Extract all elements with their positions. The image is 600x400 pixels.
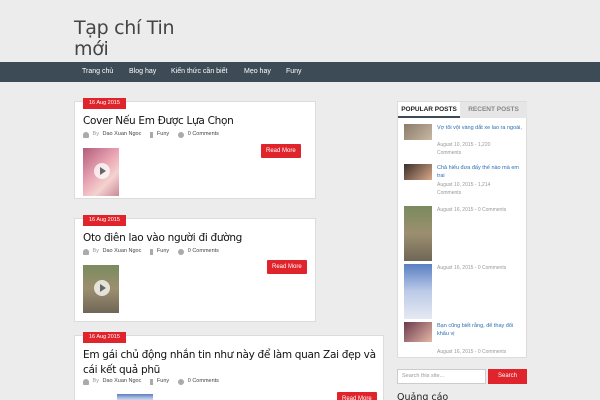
date-badge: 16 Aug 2015 [83,215,126,226]
nav-item-funy[interactable]: Funy [286,62,302,82]
popular-post-thumbnail[interactable] [404,124,432,140]
post-title[interactable]: Cover Nếu Em Được Lựa Chọn [83,114,309,129]
popular-post-item[interactable]: Chả hiểu đưa đấy thế nào mà em trai Augu… [404,164,526,204]
author-icon [83,131,89,138]
nav-item-blog-hay[interactable]: Blog hay [129,62,156,82]
post-meta: By Dao Xuan Ngoc Funy 0 Comments [83,130,219,139]
post-thumbnail[interactable] [117,394,153,400]
tab-popular-posts[interactable]: POPULAR POSTS [398,102,460,118]
popular-post-meta: August 10, 2015 - 1,214 [437,182,491,188]
author-link[interactable]: Dao Xuan Ngoc [102,377,141,386]
search-input[interactable]: Search this site... [397,369,486,384]
nav-item-meo-hay[interactable]: Mẹo hay [244,62,271,82]
search-button[interactable]: Search [488,369,527,384]
popular-post-thumbnail[interactable] [404,164,432,180]
folder-icon [150,131,154,138]
date-badge: 16 Aug 2015 [83,98,126,109]
popular-post-title[interactable]: Bạn cũng biết rằng, để thay đổi khẩu vị [437,322,523,338]
read-more-button[interactable]: Read More [267,260,307,274]
popular-post-thumbnail[interactable] [404,206,432,261]
category-link[interactable]: Funy [157,377,169,386]
main-navigation: Trang chủ Blog hay Kiến thức cần biết Mẹ… [0,62,600,82]
sidebar-tabs-widget: POPULAR POSTS RECENT POSTS Vợ tôi vội và… [397,101,527,358]
site-title[interactable]: Tạp chí Tin mới [74,18,204,60]
popular-post-item[interactable]: August 16, 2015 - 0 Comments [404,206,526,261]
nav-item-trang-chu[interactable]: Trang chủ [82,62,113,82]
popular-post-item[interactable]: Vợ tôi vội vàng dắt xe lao ra ngoài, Aug… [404,124,526,164]
popular-post-meta: August 16, 2015 - 0 Comments [437,265,507,271]
post-title[interactable]: Em gái chủ động nhắn tin như này để làm … [83,348,377,378]
comment-icon [178,378,185,385]
author-icon [83,248,89,255]
category-link[interactable]: Funy [157,247,169,256]
post-thumbnail[interactable] [83,148,119,196]
popular-post-thumbnail[interactable] [404,264,432,319]
popular-post-title[interactable]: Chả hiểu đưa đấy thế nào mà em trai [437,164,523,180]
post-title[interactable]: Oto điên lao vào người đi đường [83,231,309,246]
by-label: By [92,248,99,254]
popular-post-item[interactable]: August 16, 2015 - 0 Comments [404,264,526,319]
author-icon [83,378,89,385]
post-card: 16 Aug 2015 Cover Nếu Em Được Lựa Chọn B… [74,98,316,199]
comment-icon [178,131,185,138]
widget-title: Quảng cáo [397,392,449,400]
comments-link[interactable]: 0 Comments [188,130,219,139]
author-link[interactable]: Dao Xuan Ngoc [102,130,141,139]
category-link[interactable]: Funy [157,130,169,139]
folder-icon [150,378,154,385]
play-icon[interactable] [94,280,110,296]
comments-link[interactable]: 0 Comments [188,377,219,386]
by-label: By [92,378,99,384]
popular-post-meta: August 10, 2015 - 1,220 [437,142,491,148]
popular-post-title[interactable]: Vợ tôi vội vàng dắt xe lao ra ngoài, [437,124,523,132]
popular-post-meta: August 16, 2015 - 0 Comments [437,207,507,213]
popular-post-meta: Comments [437,190,462,196]
popular-post-item[interactable]: Bạn cũng biết rằng, để thay đổi khẩu vị … [404,322,526,356]
popular-post-meta: Comments [437,150,462,156]
tab-recent-posts[interactable]: RECENT POSTS [460,102,527,118]
by-label: By [92,131,99,137]
comments-link[interactable]: 0 Comments [188,247,219,256]
comment-icon [178,248,185,255]
read-more-button[interactable]: Read More [261,144,301,158]
popular-post-meta: August 16, 2015 - 0 Comments [437,349,507,355]
author-link[interactable]: Dao Xuan Ngoc [102,247,141,256]
post-meta: By Dao Xuan Ngoc Funy 0 Comments [83,377,219,386]
post-meta: By Dao Xuan Ngoc Funy 0 Comments [83,247,219,256]
play-icon[interactable] [94,163,110,179]
read-more-button[interactable]: Read More [337,392,377,400]
post-card: 16 Aug 2015 Em gái chủ động nhắn tin như… [74,332,384,400]
popular-post-thumbnail[interactable] [404,322,432,342]
post-thumbnail[interactable] [83,265,119,313]
date-badge: 16 Aug 2015 [83,332,126,343]
folder-icon [150,248,154,255]
nav-item-kien-thuc[interactable]: Kiến thức cần biết [171,62,227,82]
post-card: 16 Aug 2015 Oto điên lao vào người đi đư… [74,215,316,322]
